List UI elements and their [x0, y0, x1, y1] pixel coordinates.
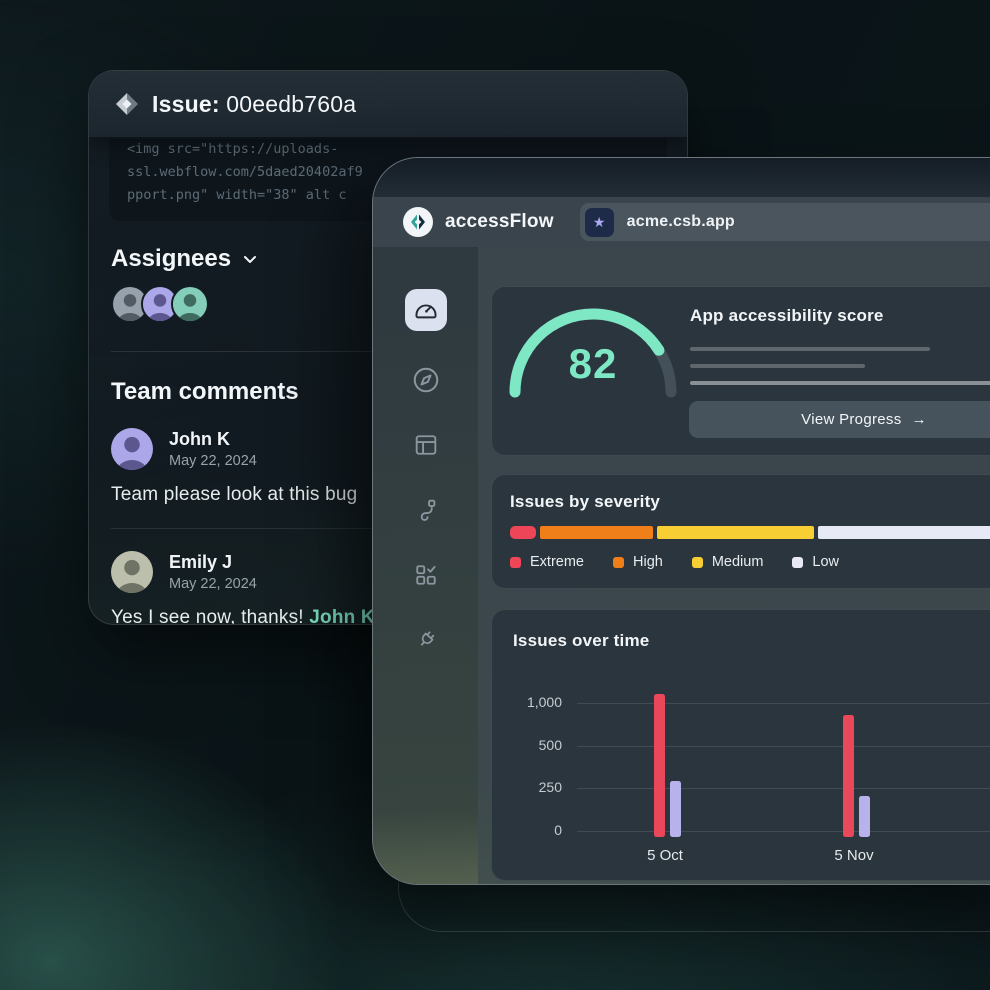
y-tick-label: 1,000: [492, 694, 562, 710]
score-card-title: App accessibility score: [690, 306, 990, 326]
comment-date: May 22, 2024: [169, 576, 257, 592]
plug-icon: [413, 627, 439, 653]
gridline: [577, 831, 990, 832]
bar-purple-5-oct: [670, 781, 681, 837]
severity-segment-medium: [657, 526, 814, 539]
x-tick-label: 5 Nov: [809, 847, 899, 864]
legend-item-extreme: Extreme: [510, 554, 584, 570]
issue-diamond-icon: [113, 90, 141, 118]
sidebar-item-user-flow[interactable]: [410, 494, 442, 526]
bar-purple-5-nov: [859, 796, 870, 837]
view-progress-button[interactable]: View Progress→: [689, 401, 990, 438]
gridline: [577, 746, 990, 747]
legend-label: Low: [812, 554, 839, 570]
flow-route-icon: [412, 496, 440, 524]
score-card: 82 App accessibility score View Progress…: [491, 286, 990, 456]
x-tick-label: 5 Oct: [620, 847, 710, 864]
legend-swatch: [792, 557, 803, 568]
url-bar[interactable]: ★ acme.csb.app: [580, 203, 990, 241]
legend-label: Medium: [712, 554, 764, 570]
layout-icon: [412, 431, 440, 459]
comment-date: May 22, 2024: [169, 453, 257, 469]
time-card-title: Issues over time: [513, 631, 649, 651]
accessflow-logo-icon: [403, 207, 433, 237]
tasks-check-icon: [412, 561, 440, 589]
severity-segment-high: [540, 526, 653, 539]
bar-red-5-oct: [654, 694, 665, 837]
y-tick-label: 500: [492, 737, 562, 753]
legend-swatch: [692, 557, 703, 568]
severity-card: Issues by severity Extreme High Medium Low: [491, 474, 990, 589]
gridline: [577, 788, 990, 789]
legend-item-medium: Medium: [692, 554, 764, 570]
arrow-right-icon: →: [912, 411, 927, 428]
accessflow-window: accessFlow ★ acme.csb.app: [372, 157, 990, 885]
skeleton-line: [690, 347, 930, 351]
sidebar: [373, 247, 478, 884]
legend-swatch: [613, 557, 624, 568]
legend-item-low: Low: [792, 554, 839, 570]
compass-icon: [411, 365, 441, 395]
skeleton-line: [690, 364, 865, 368]
severity-segment-low: [818, 526, 990, 539]
severity-card-title: Issues by severity: [510, 492, 990, 512]
dashboard-main: 82 App accessibility score View Progress…: [478, 247, 990, 884]
skeleton-line: [690, 381, 990, 385]
sidebar-item-tasks[interactable]: [410, 559, 442, 591]
legend-label: High: [633, 554, 663, 570]
severity-legend: Extreme High Medium Low: [510, 554, 990, 570]
url-text: acme.csb.app: [627, 213, 735, 231]
y-tick-label: 250: [492, 779, 562, 795]
severity-bar: [510, 526, 990, 539]
mention-link[interactable]: John K: [309, 607, 375, 625]
sidebar-item-dashboard[interactable]: [405, 289, 447, 331]
assignees-heading: Assignees: [111, 245, 231, 273]
comment-avatar-john: [111, 428, 153, 470]
sidebar-item-integrations[interactable]: [410, 624, 442, 656]
score-gauge: 82: [508, 300, 678, 400]
legend-item-high: High: [613, 554, 663, 570]
app-header: accessFlow ★ acme.csb.app: [373, 197, 990, 247]
legend-swatch: [510, 557, 521, 568]
gridline: [577, 703, 990, 704]
sidebar-item-explore[interactable]: [410, 364, 442, 396]
comment-author: John K: [169, 429, 257, 450]
chevron-down-icon[interactable]: [243, 255, 257, 264]
star-icon: ★: [585, 208, 614, 237]
brand-name: accessFlow: [445, 211, 554, 233]
comment-author: Emily J: [169, 552, 257, 573]
issues-over-time-card: Issues over time 0 250 500 1,000 5 Oct 5 Nov: [491, 609, 990, 881]
issue-title: Issue: 00eedb760a: [152, 91, 356, 118]
legend-label: Extreme: [530, 554, 584, 570]
window-top-strip: [373, 158, 990, 197]
sidebar-item-pages[interactable]: [410, 429, 442, 461]
comment-avatar-emily: [111, 551, 153, 593]
severity-segment-extreme: [510, 526, 536, 539]
bar-red-5-nov: [843, 715, 854, 837]
speedometer-icon: [413, 297, 439, 323]
issue-panel-header: Issue: 00eedb760a: [89, 71, 687, 137]
assignee-avatar-3[interactable]: [171, 285, 209, 323]
score-value: 82: [543, 340, 643, 388]
y-tick-label: 0: [492, 822, 562, 838]
